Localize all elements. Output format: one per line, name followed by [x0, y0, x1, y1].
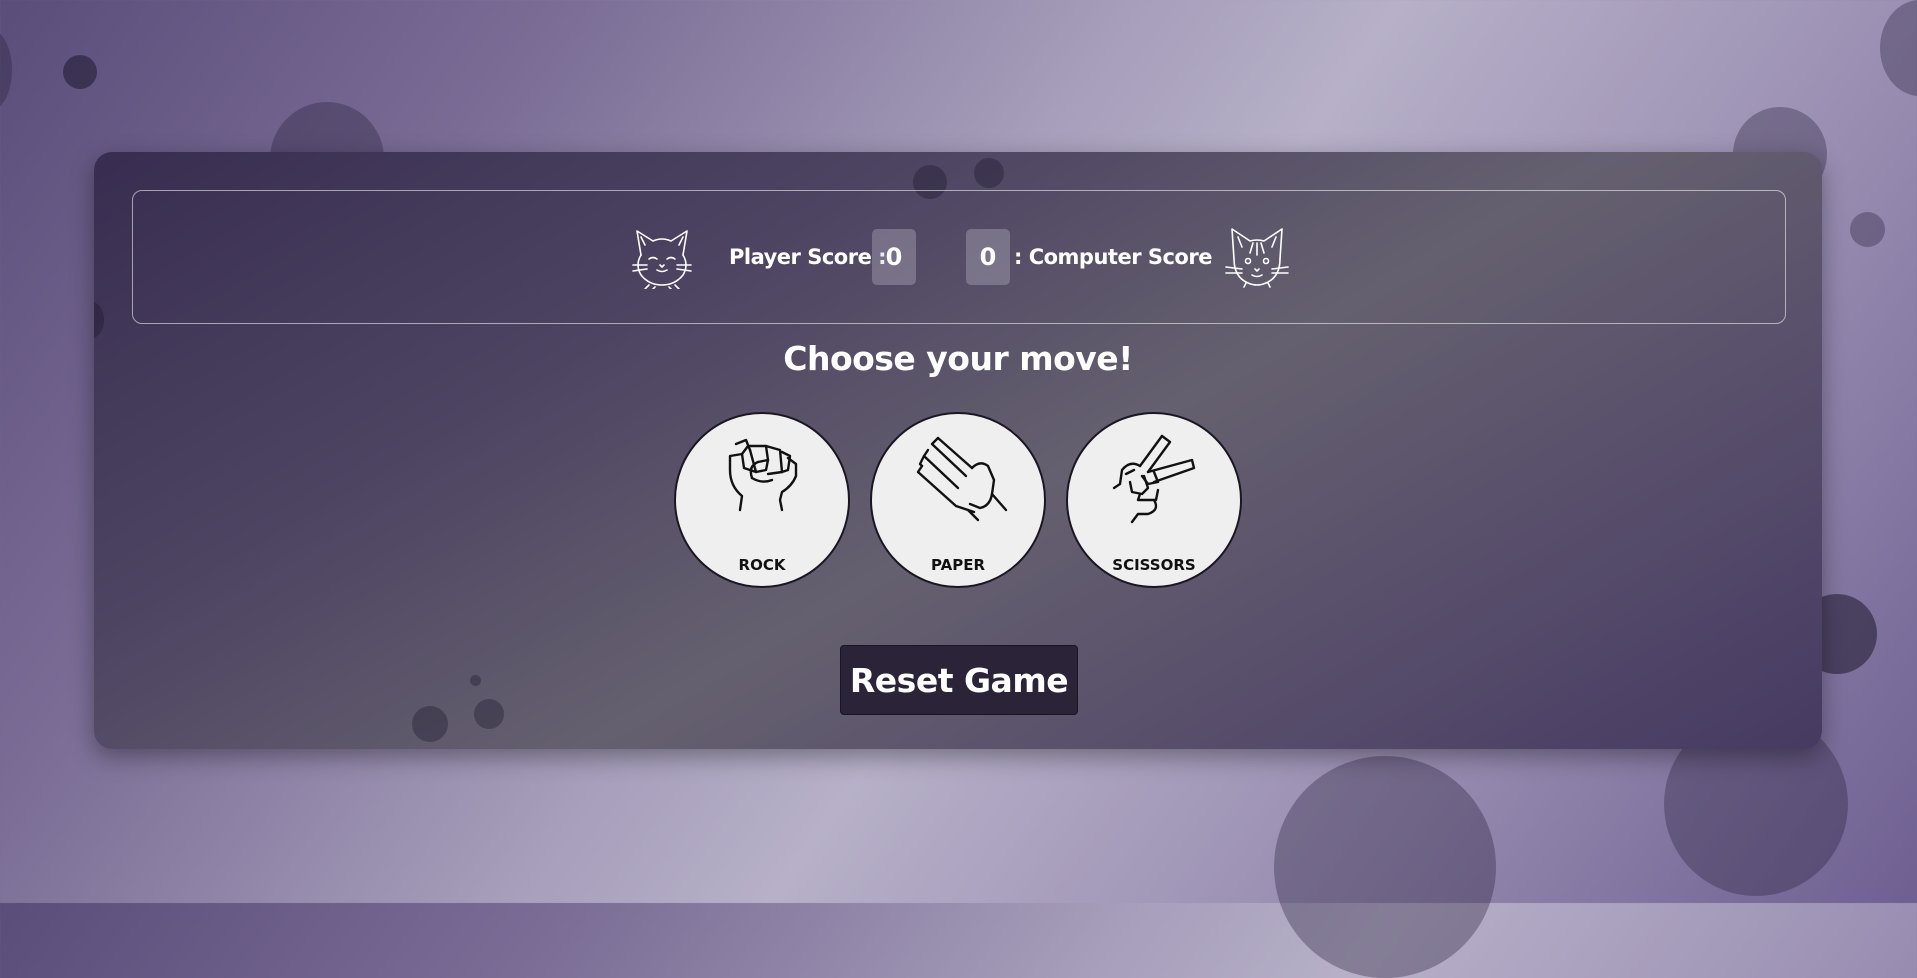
card-bubble [470, 675, 481, 686]
computer-score-value: 0 [966, 229, 1010, 285]
rock-label: ROCK [738, 556, 786, 574]
player-score-label: Player Score : [729, 245, 887, 269]
player-score-value: 0 [872, 229, 916, 285]
paper-button[interactable]: PAPER [870, 412, 1046, 588]
scissors-button[interactable]: SCISSORS [1066, 412, 1242, 588]
background-bubble [63, 55, 97, 89]
card-bubble [412, 706, 448, 742]
cat-face-icon [1225, 228, 1289, 288]
background-bubble [1880, 0, 1917, 96]
computer-score-label: : Computer Score [1014, 245, 1212, 269]
paper-label: PAPER [930, 556, 986, 574]
card-bubble [94, 302, 104, 338]
cat-face-icon [632, 230, 692, 289]
scissors-label: SCISSORS [1112, 556, 1196, 574]
background-bubble [1274, 756, 1496, 978]
reset-game-button[interactable]: Reset Game [840, 645, 1078, 715]
choose-move-heading: Choose your move! [783, 339, 1133, 378]
open-hand-icon [916, 436, 1008, 522]
fist-icon [728, 438, 798, 512]
background-bubble [1850, 212, 1885, 247]
card-bubble [974, 158, 1004, 188]
game-card: Player Score : 0 0 : Computer Score Choo… [94, 152, 1822, 749]
scoreboard: Player Score : 0 0 : Computer Score [132, 190, 1786, 324]
score-row: Player Score : 0 0 : Computer Score [133, 191, 1785, 323]
rock-button[interactable]: ROCK [674, 412, 850, 588]
peace-hand-icon [1112, 434, 1196, 524]
card-bubble [474, 699, 504, 729]
background-bubble [0, 30, 12, 110]
